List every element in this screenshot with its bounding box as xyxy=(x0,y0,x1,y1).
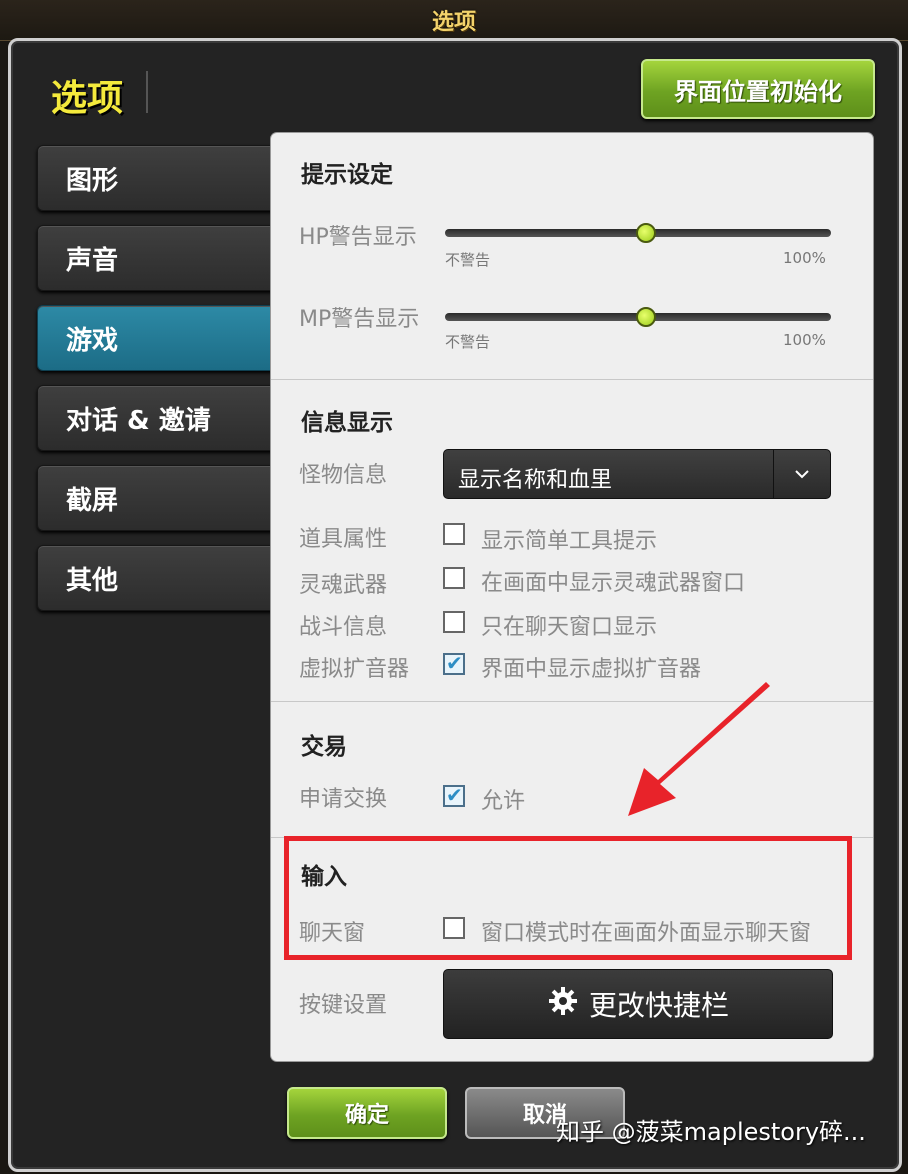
check-icon: ✔ xyxy=(446,783,463,807)
item-tooltip-option: 显示简单工具提示 xyxy=(481,529,658,554)
section-title-trade: 交易 xyxy=(301,734,347,760)
key-settings-label: 按键设置 xyxy=(299,993,388,1018)
trade-request-option: 允许 xyxy=(481,789,526,814)
title-separator xyxy=(146,71,148,113)
hp-warning-label: HP警告显示 xyxy=(299,225,417,250)
mp-warning-label: MP警告显示 xyxy=(299,307,420,332)
battle-info-label: 战斗信息 xyxy=(299,615,388,640)
virtual-speaker-label: 虚拟扩音器 xyxy=(299,657,410,682)
mp-slider-knob[interactable] xyxy=(635,307,656,327)
gear-icon xyxy=(547,985,579,1024)
trade-request-label: 申请交换 xyxy=(299,787,388,812)
divider xyxy=(271,701,873,702)
hp-max-label: 100% xyxy=(783,249,826,267)
sidebar-item-label: 其他 xyxy=(66,565,119,596)
sidebar-item-game[interactable]: 游戏 xyxy=(37,305,287,371)
top-title: 选项 xyxy=(431,10,476,35)
sidebar-item-label: 截屏 xyxy=(66,485,119,516)
hp-min-label: 不警告 xyxy=(445,251,491,269)
chevron-down-icon[interactable] xyxy=(773,450,830,498)
sidebar-item-graphics[interactable]: 图形 xyxy=(37,145,287,211)
sidebar-item-screenshot[interactable]: 截屏 xyxy=(37,465,287,531)
mp-max-label: 100% xyxy=(783,331,826,349)
trade-request-checkbox[interactable]: ✔ xyxy=(443,783,465,807)
soul-weapon-option: 在画面中显示灵魂武器窗口 xyxy=(481,571,746,596)
soul-weapon-label: 灵魂武器 xyxy=(299,573,388,598)
options-window: 选项 界面位置初始化 图形 声音 游戏 对话 & 邀请 截屏 其他 提示设定 H… xyxy=(8,38,902,1172)
ok-button[interactable]: 确定 xyxy=(287,1087,447,1139)
highlight-box xyxy=(284,836,852,960)
game-top-bar: 选项 xyxy=(0,0,908,41)
section-title-alert: 提示设定 xyxy=(301,162,393,188)
soul-weapon-checkbox[interactable] xyxy=(443,567,465,589)
check-icon: ✔ xyxy=(446,651,463,675)
change-shortcut-bar-button[interactable]: 更改快捷栏 xyxy=(443,969,833,1039)
reset-ui-position-button[interactable]: 界面位置初始化 xyxy=(641,59,875,119)
change-shortcut-bar-label: 更改快捷栏 xyxy=(588,989,729,1022)
hp-slider-knob[interactable] xyxy=(635,223,656,243)
hp-warning-slider[interactable] xyxy=(445,223,831,243)
item-tooltip-checkbox[interactable] xyxy=(443,523,465,545)
mp-warning-slider[interactable] xyxy=(445,307,831,327)
divider xyxy=(271,379,873,380)
monster-info-dropdown[interactable]: 显示名称和血里 xyxy=(443,449,831,499)
virtual-speaker-option: 界面中显示虚拟扩音器 xyxy=(481,657,702,682)
sidebar-item-label: 图形 xyxy=(66,165,119,196)
sidebar-item-label: 声音 xyxy=(66,245,119,276)
monster-info-label: 怪物信息 xyxy=(299,463,388,488)
window-title: 选项 xyxy=(51,78,124,119)
watermark: 知乎 @菠菜maplestory碎... xyxy=(556,1118,866,1146)
sidebar-item-chat-invite[interactable]: 对话 & 邀请 xyxy=(37,385,287,451)
virtual-speaker-checkbox[interactable]: ✔ xyxy=(443,651,465,675)
section-title-info: 信息显示 xyxy=(301,410,393,436)
sidebar-item-label: 游戏 xyxy=(66,325,119,356)
sidebar-item-sound[interactable]: 声音 xyxy=(37,225,287,291)
mp-min-label: 不警告 xyxy=(445,333,491,351)
sidebar-item-other[interactable]: 其他 xyxy=(37,545,287,611)
red-arrow-annotation xyxy=(628,682,770,816)
battle-info-checkbox[interactable] xyxy=(443,611,465,633)
battle-info-option: 只在聊天窗口显示 xyxy=(481,615,658,640)
item-attr-label: 道具属性 xyxy=(299,527,388,552)
sidebar-item-label: 对话 & 邀请 xyxy=(66,405,211,436)
monster-info-value: 显示名称和血里 xyxy=(458,468,613,493)
